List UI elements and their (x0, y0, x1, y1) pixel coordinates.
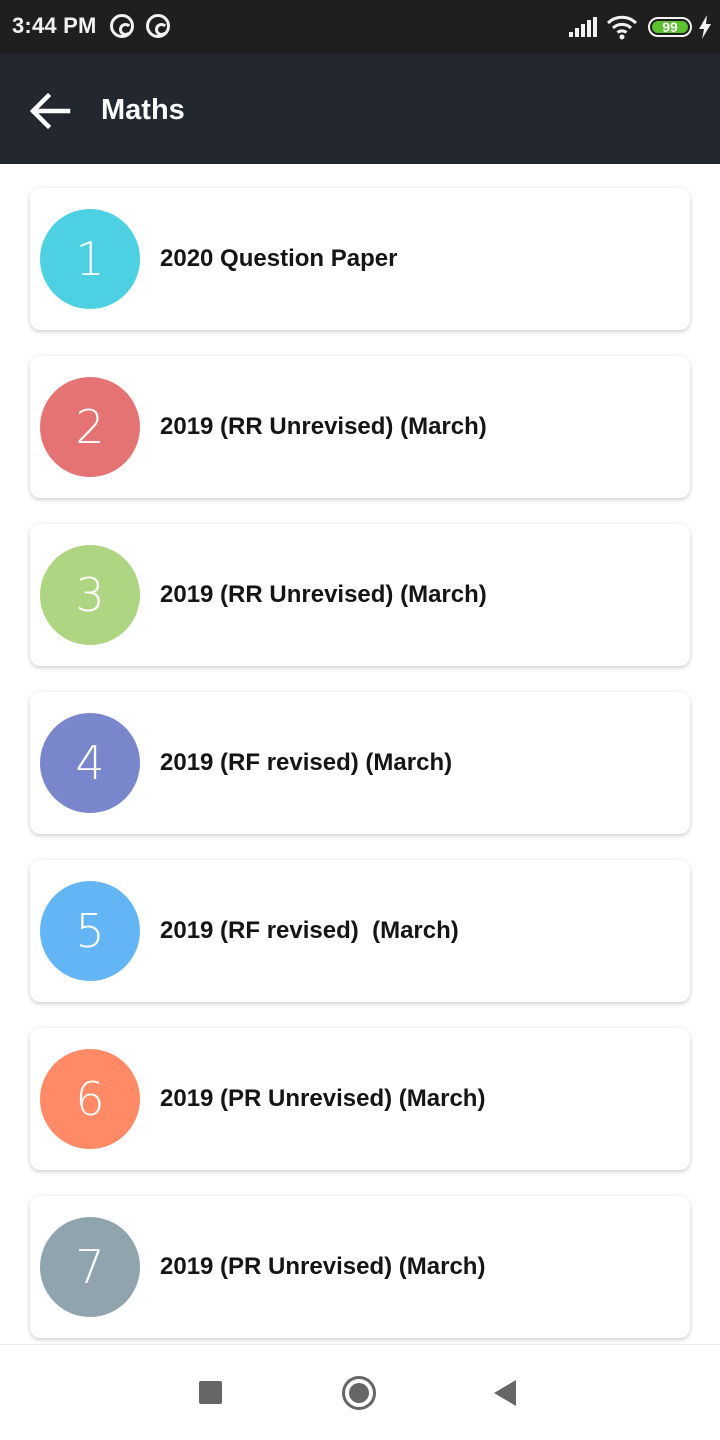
paper-number-badge: 4 (40, 713, 140, 813)
signal-icon (569, 17, 599, 37)
back-arrow-icon[interactable] (26, 87, 74, 135)
paper-card[interactable]: 6 2019 (PR Unrevised) (March) (30, 1028, 690, 1170)
battery-level: 99 (652, 20, 688, 34)
notification-app-icon (146, 14, 170, 38)
paper-card[interactable]: 4 2019 (RF revised) (March) (30, 692, 690, 834)
notification-app-icon (110, 14, 134, 38)
paper-title: 2019 (RF revised) (March) (160, 917, 459, 944)
charging-bolt-icon (699, 15, 711, 39)
status-bar: 3:44 PM 99 (0, 0, 720, 54)
paper-card[interactable]: 1 2020 Question Paper (30, 188, 690, 330)
paper-number-badge: 6 (40, 1049, 140, 1149)
status-time: 3:44 PM (12, 13, 97, 38)
paper-number-badge: 1 (40, 209, 140, 309)
paper-number-badge: 3 (40, 545, 140, 645)
paper-number-badge: 2 (40, 377, 140, 477)
system-nav-bar (0, 1344, 720, 1440)
battery-icon: 99 (648, 17, 692, 37)
paper-title: 2019 (PR Unrevised) (March) (160, 1253, 486, 1280)
paper-card[interactable]: 7 2019 (PR Unrevised) (March) (30, 1196, 690, 1338)
app-bar: Maths (0, 54, 720, 164)
paper-card[interactable]: 3 2019 (RR Unrevised) (March) (30, 524, 690, 666)
paper-title: 2019 (RF revised) (March) (160, 749, 453, 776)
page-title: Maths (101, 94, 185, 126)
paper-title: 2019 (RR Unrevised) (March) (160, 413, 487, 440)
paper-number-badge: 5 (40, 881, 140, 981)
wifi-icon (606, 15, 638, 40)
paper-card[interactable]: 2 2019 (RR Unrevised) (March) (30, 356, 690, 498)
paper-title: 2019 (PR Unrevised) (March) (160, 1085, 486, 1112)
paper-number-badge: 7 (40, 1217, 140, 1317)
question-paper-list: 1 2020 Question Paper 2 2019 (RR Unrevis… (0, 164, 720, 1344)
paper-title: 2020 Question Paper (160, 245, 398, 272)
home-circle-icon[interactable] (342, 1376, 376, 1410)
paper-title: 2019 (RR Unrevised) (March) (160, 581, 487, 608)
recents-square-icon[interactable] (199, 1381, 222, 1404)
paper-card[interactable]: 5 2019 (RF revised) (March) (30, 860, 690, 1002)
back-triangle-icon[interactable] (494, 1380, 516, 1406)
